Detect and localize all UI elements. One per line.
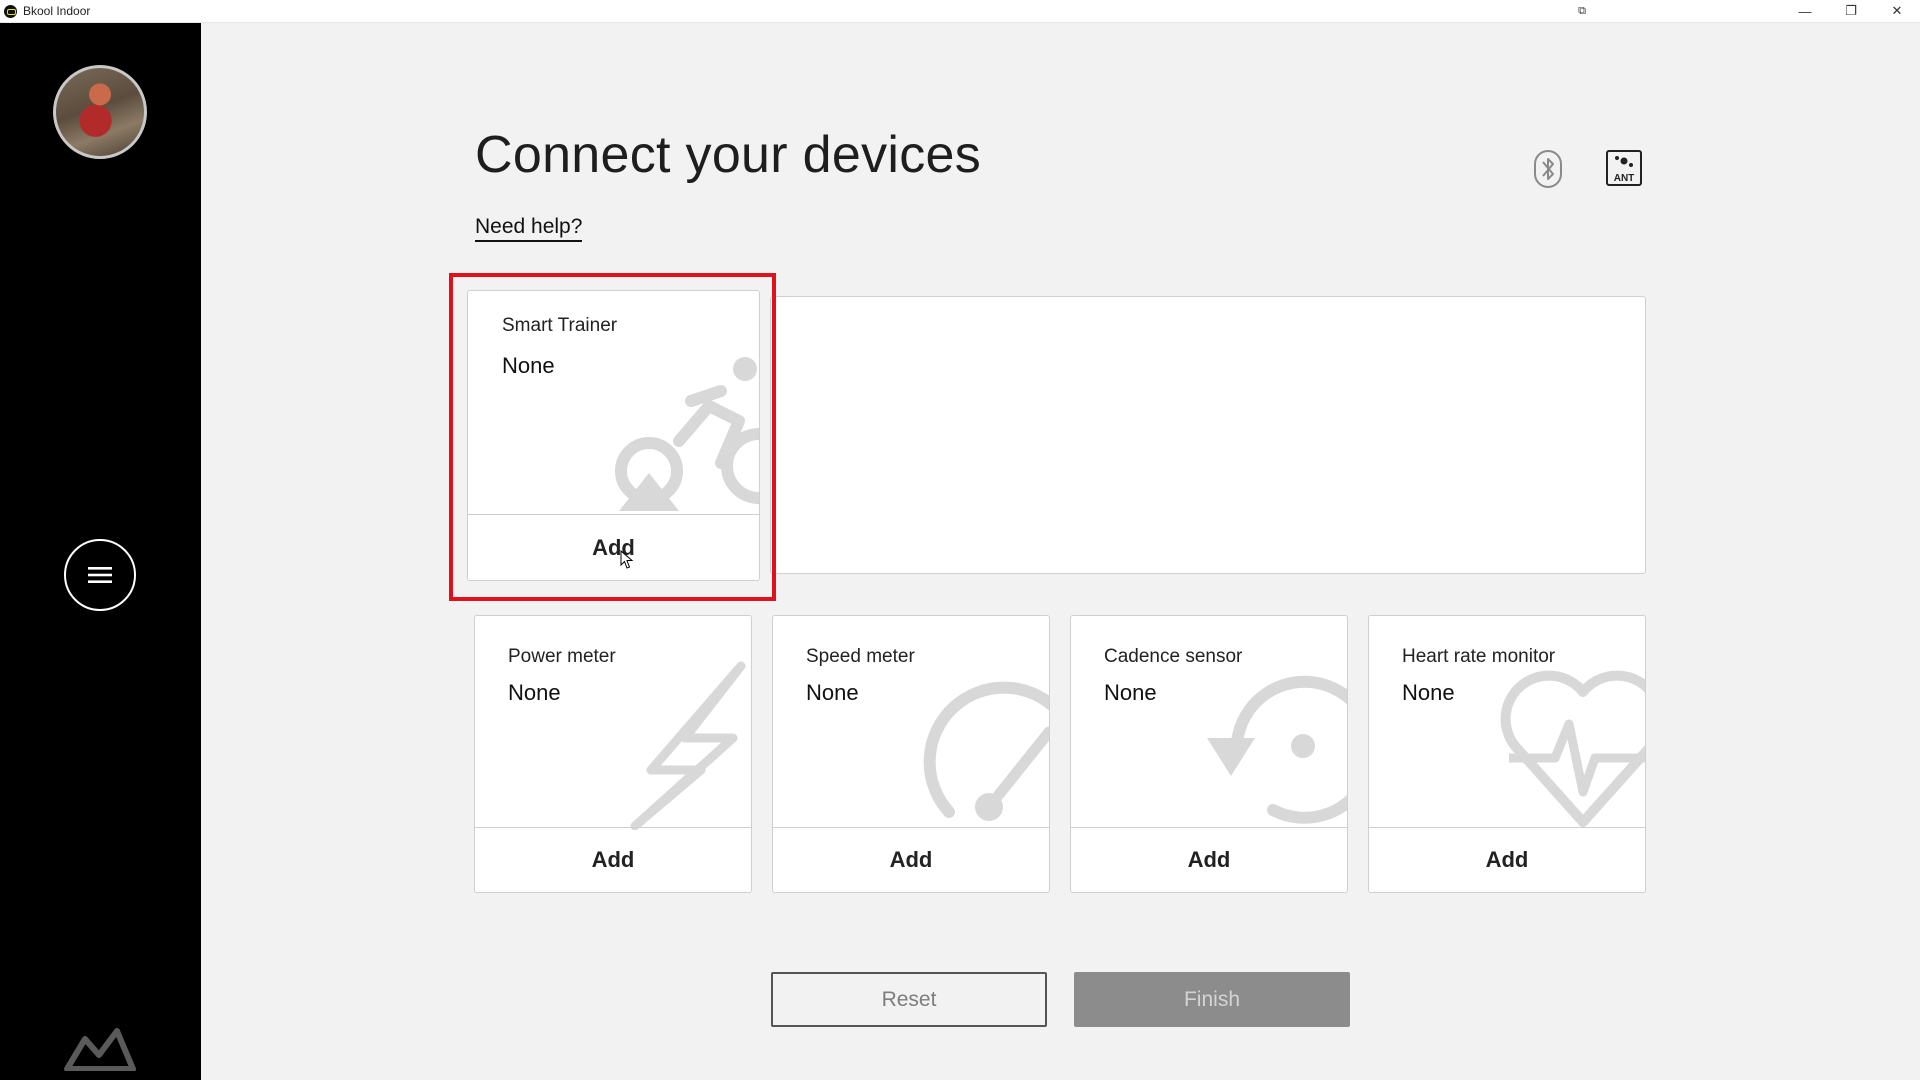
cadence-rotate-icon <box>1207 675 1347 824</box>
heart-rate-add-button[interactable]: Add <box>1369 827 1645 892</box>
power-meter-title: Power meter <box>508 646 616 667</box>
window-controls: ⧉ — ❐ ✕ <box>1562 0 1920 22</box>
speed-meter-title: Speed meter <box>806 646 915 667</box>
restore-button[interactable]: ❐ <box>1828 0 1874 22</box>
finish-button[interactable]: Finish <box>1074 972 1350 1027</box>
speedometer-icon <box>923 681 1049 821</box>
window-extra-icon[interactable]: ⧉ <box>1562 0 1602 22</box>
window-title: Bkool Indoor <box>23 4 91 18</box>
window-titlebar: Bkool Indoor ⧉ — ❐ ✕ <box>0 0 1920 23</box>
close-button[interactable]: ✕ <box>1874 0 1920 22</box>
avatar[interactable] <box>53 65 147 159</box>
bluetooth-icon[interactable] <box>1533 150 1563 188</box>
cadence-sensor-add-button[interactable]: Add <box>1071 827 1347 892</box>
selection-highlight <box>449 273 776 601</box>
mouse-cursor-icon <box>620 550 634 569</box>
cadence-sensor-value: None <box>1104 680 1157 705</box>
app-logo-icon <box>4 4 17 18</box>
hamburger-menu-icon <box>88 567 112 583</box>
cadence-sensor-card: Cadence sensor None Add <box>1070 615 1348 893</box>
heart-pulse-icon <box>1500 670 1645 827</box>
need-help-link[interactable]: Need help? <box>475 215 583 242</box>
speed-meter-card: Speed meter None Add <box>772 615 1050 893</box>
sidebar <box>0 23 201 1080</box>
lightning-bolt-icon <box>630 661 746 830</box>
power-meter-value: None <box>508 680 561 705</box>
bkool-logo-icon <box>64 1028 136 1071</box>
power-meter-card: Power meter None Add <box>474 615 752 893</box>
menu-button[interactable] <box>64 539 136 611</box>
svg-text:ANT: ANT <box>1614 173 1635 184</box>
cadence-sensor-title: Cadence sensor <box>1104 646 1243 667</box>
reset-button[interactable]: Reset <box>771 972 1047 1027</box>
ant-icon[interactable]: ANT <box>1606 150 1642 186</box>
trainer-details-panel <box>770 296 1646 574</box>
speed-meter-add-button[interactable]: Add <box>773 827 1049 892</box>
page-title: Connect your devices <box>475 126 982 184</box>
speed-meter-value: None <box>806 680 859 705</box>
heart-rate-value: None <box>1402 680 1455 705</box>
heart-rate-card: Heart rate monitor None Add <box>1368 615 1646 893</box>
minimize-button[interactable]: — <box>1782 0 1828 22</box>
power-meter-add-button[interactable]: Add <box>475 827 751 892</box>
